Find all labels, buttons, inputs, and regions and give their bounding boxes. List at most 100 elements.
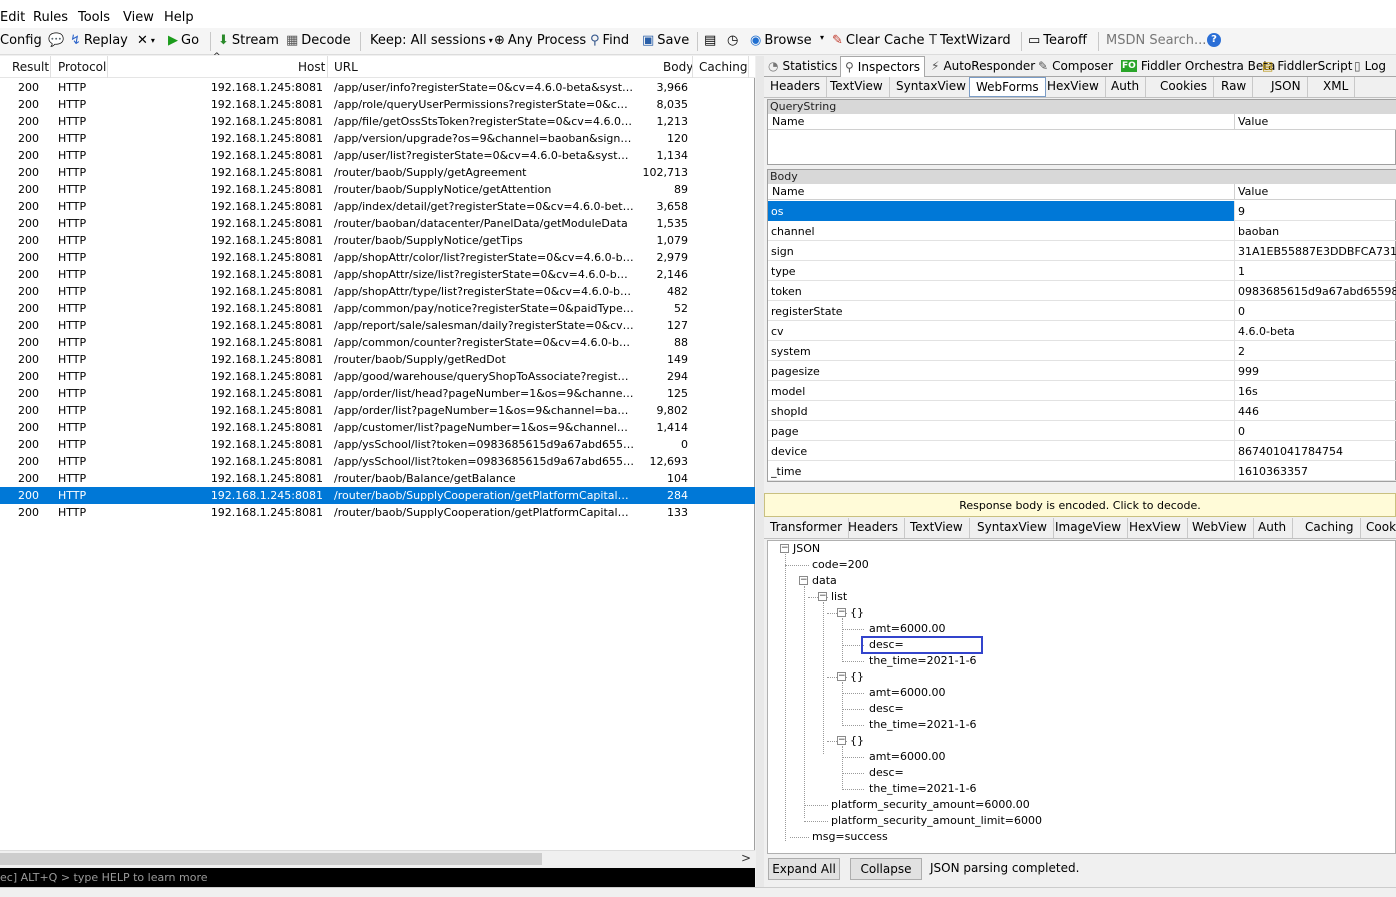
col-body[interactable]: Body	[663, 60, 693, 74]
tab-statistics[interactable]: ◔ Statistics	[764, 56, 841, 76]
collapse-data-toggle[interactable]: −	[799, 576, 808, 585]
session-row[interactable]: 200 HTTP 192.168.1.245:8081/app/report/sal…	[0, 317, 755, 334]
session-row[interactable]: 200 HTTP 192.168.1.245:8081/app/common/pay…	[0, 300, 755, 317]
tree-node-the-time[interactable]: the_time=2021-1-6	[869, 654, 977, 667]
horizontal-scrollbar[interactable]: >	[0, 850, 755, 866]
session-row[interactable]: 200 HTTP 192.168.1.245:8081/router/baob/Su…	[0, 181, 755, 198]
tree-node-list[interactable]: list	[831, 590, 847, 603]
collapse-item-toggle[interactable]: −	[837, 672, 846, 681]
req-tab-syntaxview[interactable]: SyntaxView	[890, 77, 973, 97]
req-tab-json[interactable]: JSON	[1265, 77, 1308, 97]
tree-node-platform-security-amount[interactable]: platform_security_amount=6000.00	[831, 798, 1030, 811]
session-row[interactable]: 200 HTTP 192.168.1.245:8081/app/user/info?…	[0, 79, 755, 96]
qs-value-col[interactable]: Value	[1238, 115, 1268, 128]
go-button[interactable]: ▶ Go	[168, 33, 199, 48]
body-row[interactable]: channel baoban	[768, 221, 1396, 241]
session-row[interactable]: 200 HTTP 192.168.1.245:8081/app/file/getOs…	[0, 113, 755, 130]
resp-tab-syntaxview[interactable]: SyntaxView	[971, 518, 1054, 538]
col-url[interactable]: URL	[334, 60, 358, 74]
qs-name-col[interactable]: Name	[772, 115, 804, 128]
body-row[interactable]: sign 31A1EB55887E3DDBFCA731EBA	[768, 241, 1396, 261]
response-encoded-notice[interactable]: Response body is encoded. Click to decod…	[764, 493, 1396, 517]
resp-tab-transformer[interactable]: Transformer	[764, 518, 850, 538]
tree-node-desc[interactable]: desc=	[869, 702, 904, 715]
find-button[interactable]: ⚲ Find	[590, 33, 629, 48]
session-row[interactable]: 200 HTTP 192.168.1.245:8081/router/baob/Su…	[0, 164, 755, 181]
req-tab-cookies[interactable]: Cookies	[1154, 77, 1214, 97]
menu-help[interactable]: Help	[164, 10, 194, 25]
body-row[interactable]: os 9	[768, 201, 1396, 221]
comment-button[interactable]: 💬	[48, 33, 64, 48]
resp-tab-headers[interactable]: Headers	[842, 518, 905, 538]
body-value-col[interactable]: Value	[1238, 185, 1268, 198]
body-name-col[interactable]: Name	[772, 185, 804, 198]
body-row[interactable]: type 1	[768, 261, 1396, 281]
req-tab-headers[interactable]: Headers	[764, 77, 827, 97]
tab-composer[interactable]: ✎ Composer	[1034, 56, 1117, 76]
resp-tab-auth[interactable]: Auth	[1252, 518, 1294, 538]
session-row[interactable]: 200 HTTP 192.168.1.245:8081/router/baob/Su…	[0, 504, 755, 521]
session-row[interactable]: 200 HTTP 192.168.1.245:8081/app/shopAttr/t…	[0, 283, 755, 300]
tab-fiddler-orchestra[interactable]: FO Fiddler Orchestra Beta	[1117, 56, 1279, 76]
menu-edit[interactable]: Edit	[0, 10, 25, 25]
col-protocol[interactable]: Protocol	[58, 60, 106, 74]
quickexec-input[interactable]: ec] ALT+Q > type HELP to learn more	[0, 868, 755, 887]
tab-log[interactable]: ▯ Log	[1350, 56, 1390, 76]
collapse-json-toggle[interactable]: −	[780, 544, 789, 553]
tree-node-data[interactable]: data	[812, 574, 837, 587]
body-row[interactable]: page 0	[768, 421, 1396, 441]
textwizard-button[interactable]: T TextWizard	[929, 33, 1011, 48]
session-row[interactable]: 200 HTTP 192.168.1.245:8081/app/role/query…	[0, 96, 755, 113]
tree-node-desc[interactable]: desc=	[869, 766, 904, 779]
browse-button[interactable]: ◉ Browse	[750, 33, 812, 48]
tree-node-object[interactable]: {}	[850, 670, 864, 683]
tree-node-msg[interactable]: msg=success	[812, 830, 888, 843]
tree-node-amt[interactable]: amt=6000.00	[869, 686, 945, 699]
scrollbar-thumb[interactable]	[0, 853, 542, 865]
resp-tab-hexview[interactable]: HexView	[1123, 518, 1188, 538]
menu-view[interactable]: View	[123, 10, 154, 25]
tree-node-platform-security-amount-limit[interactable]: platform_security_amount_limit=6000	[831, 814, 1042, 827]
help-button[interactable]: ?	[1207, 33, 1221, 47]
tree-node-amt[interactable]: amt=6000.00	[869, 750, 945, 763]
resp-tab-cookies[interactable]: Cooki	[1360, 518, 1396, 538]
tab-fiddlerscript[interactable]: ▤ FiddlerScript	[1258, 56, 1356, 76]
req-tab-raw[interactable]: Raw	[1215, 77, 1254, 97]
timer-button[interactable]: ◷	[727, 33, 738, 48]
body-row[interactable]: model 16s	[768, 381, 1396, 401]
session-row[interactable]: 200 HTTP 192.168.1.245:8081/router/baob/Ba…	[0, 470, 755, 487]
session-row[interactable]: 200 HTTP 192.168.1.245:8081/app/good/wareh…	[0, 368, 755, 385]
tab-autoresponder[interactable]: ⚡ AutoResponder	[927, 56, 1039, 76]
session-row[interactable]: 200 HTTP 192.168.1.245:8081/router/baob/Su…	[0, 232, 755, 249]
session-row[interactable]: 200 HTTP 192.168.1.245:8081/router/baob/Su…	[0, 351, 755, 368]
session-row[interactable]: 200 HTTP 192.168.1.245:8081/router/baob/Su…	[0, 487, 755, 504]
body-row[interactable]: device 867401041784754	[768, 441, 1396, 461]
collapse-list-toggle[interactable]: −	[818, 592, 827, 601]
scroll-right-icon[interactable]: >	[741, 851, 751, 865]
session-row[interactable]: 200 HTTP 192.168.1.245:8081/app/order/list…	[0, 402, 755, 419]
tree-node-json[interactable]: JSON	[793, 542, 820, 555]
msdn-search-input[interactable]: MSDN Search...	[1106, 33, 1206, 48]
resp-tab-webview[interactable]: WebView	[1186, 518, 1254, 538]
tree-node-object[interactable]: {}	[850, 606, 864, 619]
req-tab-webforms[interactable]: WebForms	[969, 77, 1046, 97]
collapse-item-toggle[interactable]: −	[837, 736, 846, 745]
req-tab-auth[interactable]: Auth	[1105, 77, 1147, 97]
save-button[interactable]: ▣ Save	[642, 33, 689, 48]
col-host[interactable]: Host	[298, 60, 325, 74]
session-row[interactable]: 200 HTTP 192.168.1.245:8081/app/ysSchool/l…	[0, 436, 755, 453]
body-row[interactable]: system 2	[768, 341, 1396, 361]
tree-node-the-time[interactable]: the_time=2021-1-6	[869, 782, 977, 795]
session-row[interactable]: 200 HTTP 192.168.1.245:8081/app/version/up…	[0, 130, 755, 147]
resp-tab-imageview[interactable]: ImageView	[1049, 518, 1129, 538]
session-row[interactable]: 200 HTTP 192.168.1.245:8081/app/customer/l…	[0, 419, 755, 436]
tree-node-object[interactable]: {}	[850, 734, 864, 747]
keep-sessions-dropdown[interactable]: Keep: All sessions ▾	[370, 33, 493, 48]
session-row[interactable]: 200 HTTP 192.168.1.245:8081/app/shopAttr/s…	[0, 266, 755, 283]
body-row[interactable]: shopId 446	[768, 401, 1396, 421]
replay-button[interactable]: ↯ Replay	[70, 33, 128, 48]
body-row[interactable]: cv 4.6.0-beta	[768, 321, 1396, 341]
resp-tab-caching[interactable]: Caching	[1299, 518, 1361, 538]
tearoff-button[interactable]: ▭ Tearoff	[1028, 33, 1087, 48]
config-button[interactable]: Config	[0, 33, 42, 48]
